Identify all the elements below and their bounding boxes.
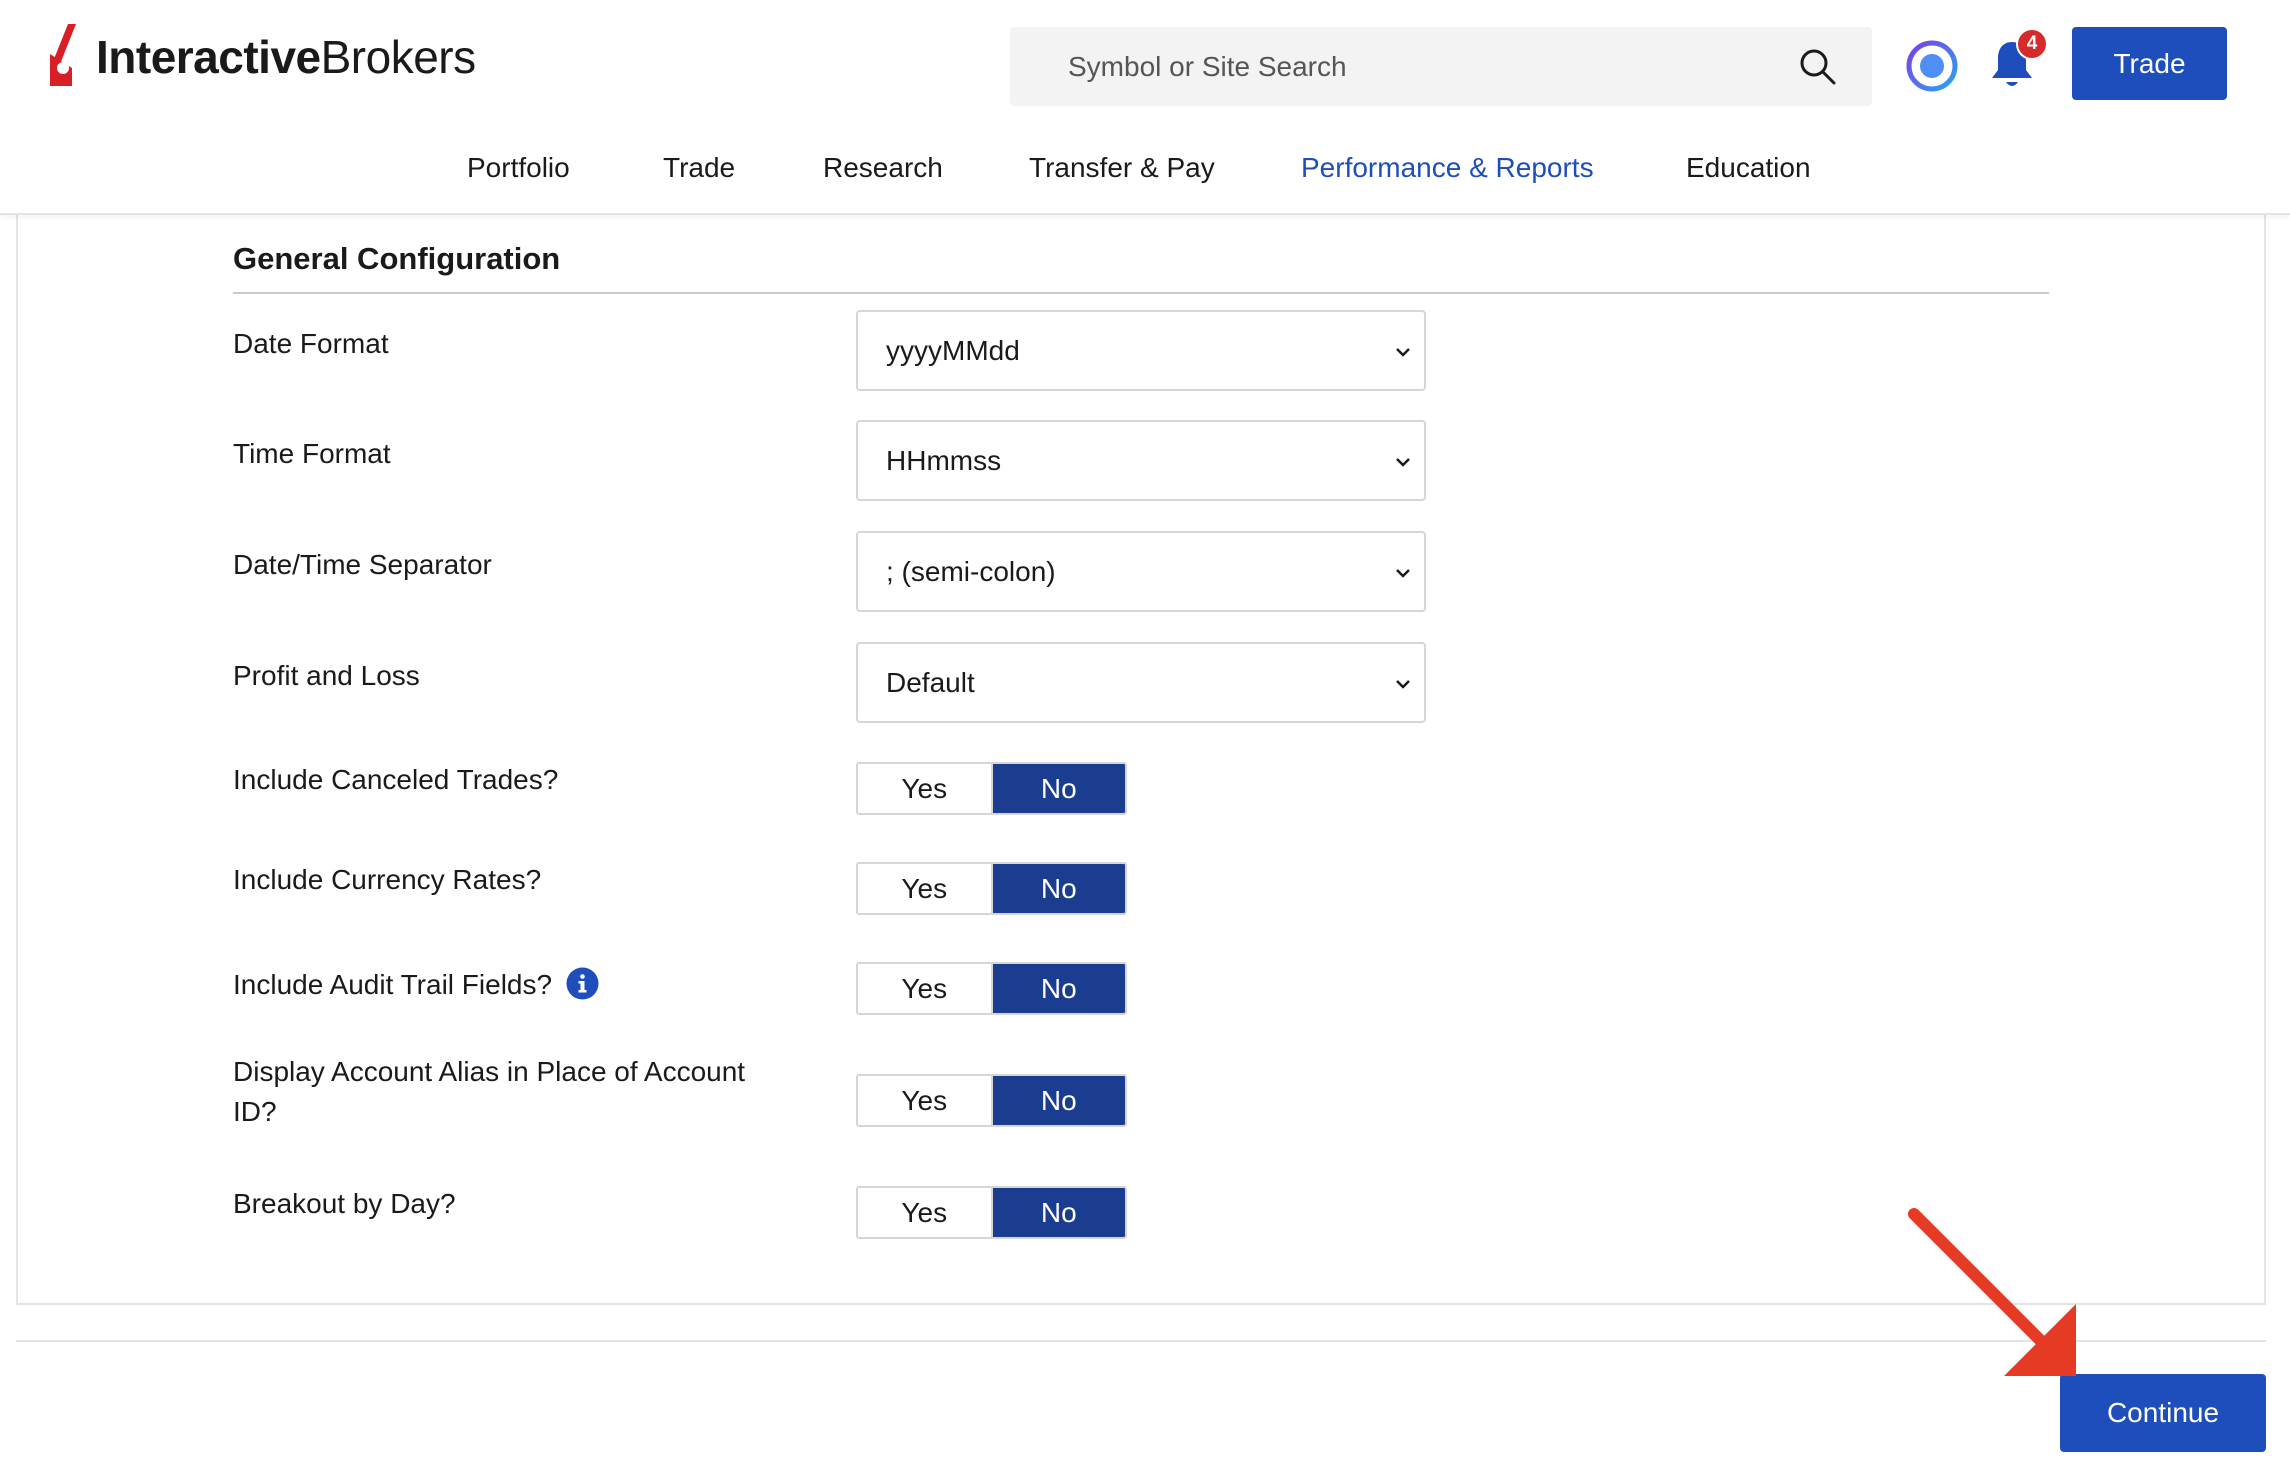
breakout-by-day-toggle: Yes No xyxy=(856,1186,1127,1239)
include-audit-trail-label: Include Audit Trail Fields? xyxy=(233,965,793,1005)
breakout-by-day-label: Breakout by Day? xyxy=(233,1188,456,1219)
top-header: InteractiveBrokers 4 Trade Portfolio Tra… xyxy=(0,0,2290,215)
datetime-separator-select[interactable]: ; (semi-colon) xyxy=(856,531,1426,612)
site-search[interactable] xyxy=(1010,27,1872,106)
include-currency-rates-toggle: Yes No xyxy=(856,862,1127,915)
main-navigation: Portfolio Trade Research Transfer & Pay … xyxy=(0,142,2290,202)
include-canceled-trades-toggle: Yes No xyxy=(856,762,1127,815)
search-icon[interactable] xyxy=(1796,45,1840,89)
no-option[interactable]: No xyxy=(992,764,1125,813)
datetime-separator-value: ; (semi-colon) xyxy=(886,555,1056,587)
yes-option[interactable]: Yes xyxy=(858,964,993,1013)
no-option[interactable]: No xyxy=(992,1188,1125,1237)
logo-wordmark: InteractiveBrokers xyxy=(96,31,476,83)
date-format-value: yyyyMMdd xyxy=(886,334,1020,366)
date-format-label: Date Format xyxy=(233,328,389,359)
info-icon[interactable] xyxy=(566,967,599,1000)
datetime-separator-label: Date/Time Separator xyxy=(233,549,492,580)
chevron-down-icon xyxy=(1396,569,1410,578)
nav-item-education[interactable]: Education xyxy=(1686,152,1811,184)
date-format-select[interactable]: yyyyMMdd xyxy=(856,310,1426,391)
interactive-brokers-logo[interactable]: InteractiveBrokers xyxy=(46,22,476,92)
trade-button[interactable]: Trade xyxy=(2072,27,2227,100)
annotation-arrow-icon xyxy=(1908,1208,2076,1376)
include-currency-rates-label: Include Currency Rates? xyxy=(233,864,542,895)
display-account-alias-toggle: Yes No xyxy=(856,1074,1127,1127)
yes-option[interactable]: Yes xyxy=(858,1188,993,1237)
chevron-down-icon xyxy=(1396,680,1410,689)
profit-loss-value: Default xyxy=(886,666,975,698)
section-divider xyxy=(233,292,2049,294)
notifications-count-badge: 4 xyxy=(2016,28,2048,60)
yes-option[interactable]: Yes xyxy=(858,764,993,813)
profit-loss-select[interactable]: Default xyxy=(856,642,1426,723)
nav-item-performance-reports[interactable]: Performance & Reports xyxy=(1301,152,1594,184)
time-format-value: HHmmss xyxy=(886,444,1002,476)
no-option[interactable]: No xyxy=(992,1076,1125,1125)
profit-loss-label: Profit and Loss xyxy=(233,660,420,691)
no-option[interactable]: No xyxy=(992,964,1125,1013)
time-format-select[interactable]: HHmmss xyxy=(856,420,1426,501)
nav-item-trade[interactable]: Trade xyxy=(663,152,735,184)
nav-item-portfolio[interactable]: Portfolio xyxy=(467,152,570,184)
no-option[interactable]: No xyxy=(992,864,1125,913)
search-input[interactable] xyxy=(1010,27,1796,106)
display-account-alias-label: Display Account Alias in Place of Accoun… xyxy=(233,1056,746,1127)
include-audit-trail-label-text: Include Audit Trail Fields? xyxy=(233,969,553,1000)
time-format-label: Time Format xyxy=(233,438,391,469)
assistant-orb-icon[interactable] xyxy=(1906,40,1958,92)
ib-logo-icon xyxy=(50,24,76,86)
section-title: General Configuration xyxy=(233,241,561,276)
chevron-down-icon xyxy=(1396,348,1410,357)
include-canceled-trades-label: Include Canceled Trades? xyxy=(233,764,559,795)
yes-option[interactable]: Yes xyxy=(858,864,993,913)
include-audit-trail-toggle: Yes No xyxy=(856,962,1127,1015)
nav-item-transfer-pay[interactable]: Transfer & Pay xyxy=(1029,152,1215,184)
nav-item-research[interactable]: Research xyxy=(823,152,943,184)
yes-option[interactable]: Yes xyxy=(858,1076,993,1125)
chevron-down-icon xyxy=(1396,458,1410,467)
